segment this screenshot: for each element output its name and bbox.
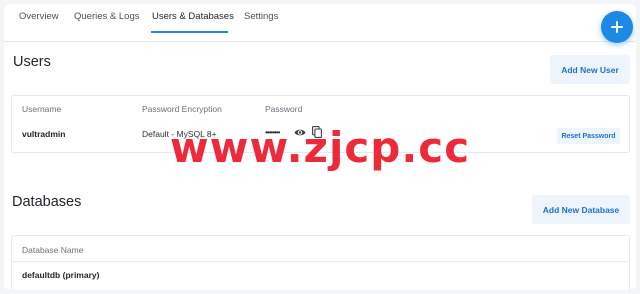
users-table: Username Password Encryption Password vu… [11, 95, 630, 153]
databases-section-title: Databases [12, 194, 82, 210]
column-header-username: Username [22, 104, 62, 114]
column-header-password: Password [265, 104, 303, 114]
add-fab-button[interactable] [601, 11, 633, 43]
users-section-title: Users [13, 54, 51, 70]
databases-table: Database Name defaultdb (primary) [11, 235, 630, 290]
password-masked: •••••••• [265, 128, 280, 137]
add-new-user-button[interactable]: Add New User [550, 55, 630, 84]
encryption-cell: Default - MySQL 8+ [142, 129, 217, 139]
app-frame: Overview Queries & Logs Users & Database… [4, 4, 636, 290]
database-name-cell: defaultdb (primary) [22, 270, 100, 280]
tab-bar: Overview Queries & Logs Users & Database… [4, 4, 636, 42]
tab-settings[interactable]: Settings [244, 10, 278, 24]
tab-overview[interactable]: Overview [19, 10, 59, 24]
add-new-database-button[interactable]: Add New Database [532, 195, 630, 224]
row-divider [12, 261, 629, 262]
plus-icon [611, 21, 623, 33]
column-header-password-encryption: Password Encryption [142, 104, 222, 114]
tab-queries-logs[interactable]: Queries & Logs [74, 10, 139, 24]
active-tab-indicator [151, 31, 228, 33]
copy-password-icon[interactable] [311, 125, 323, 139]
show-password-icon[interactable] [293, 127, 306, 138]
tab-users-databases[interactable]: Users & Databases [152, 10, 234, 24]
column-header-database-name: Database Name [22, 245, 84, 255]
reset-password-button[interactable]: Reset Password [557, 128, 620, 144]
username-cell: vultradmin [22, 129, 66, 139]
